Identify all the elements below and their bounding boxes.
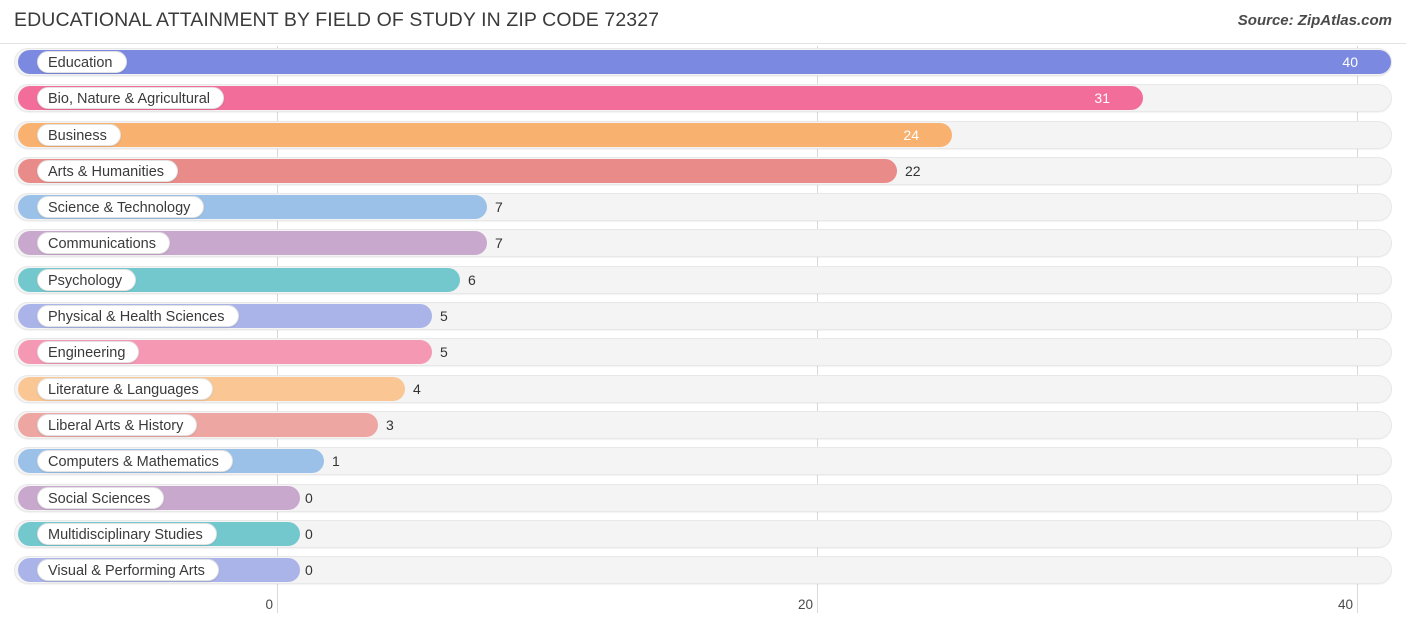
bar-row[interactable]: Arts & Humanities 22 [0,153,1406,189]
value-bar[interactable] [18,50,1391,74]
value-label: 0 [305,562,313,579]
category-label: Literature & Languages [37,377,213,400]
bar-row[interactable]: Bio, Nature & Agricultural 31 [0,80,1406,116]
axis-tick-mark [277,594,278,613]
x-axis: 0 20 40 [0,594,1406,631]
bar-row[interactable]: Multidisciplinary Studies 0 [0,516,1406,552]
category-label: Multidisciplinary Studies [37,522,217,545]
bar-row[interactable]: Business 24 [0,117,1406,153]
value-label: 1 [332,453,340,470]
bar-row[interactable]: Visual & Performing Arts 0 [0,552,1406,588]
value-label: 24 [903,126,919,143]
category-label: Bio, Nature & Agricultural [37,87,224,110]
bar-row[interactable]: Science & Technology 7 [0,189,1406,225]
axis-tick-label: 20 [797,597,813,612]
category-label: Arts & Humanities [37,159,179,182]
value-label: 40 [1342,54,1358,70]
value-label: 22 [905,162,921,179]
value-label: 0 [305,525,313,542]
bar-row[interactable]: Engineering 5 [0,334,1406,370]
category-label: Science & Technology [37,196,205,219]
source-attribution: Source: ZipAtlas.com [1237,12,1392,29]
category-label: Social Sciences [37,486,165,509]
bar-row[interactable]: Physical & Health Sciences 5 [0,298,1406,334]
category-label: Psychology [37,268,137,291]
category-label: Communications [37,232,170,255]
bar-row[interactable]: Computers & Mathematics 1 [0,443,1406,479]
bar-row[interactable]: Liberal Arts & History 3 [0,407,1406,443]
value-label: 5 [440,344,448,361]
category-label: Education [37,51,127,73]
bar-row[interactable]: Communications 7 [0,225,1406,261]
page-title: EDUCATIONAL ATTAINMENT BY FIELD OF STUDY… [14,9,660,31]
bar-chart-plot-area: Education 40 Bio, Nature & Agricultural 31 B… [0,44,1406,594]
category-label: Business [37,123,121,146]
value-label: 31 [1094,90,1110,107]
value-label: 0 [305,489,313,506]
category-label: Physical & Health Sciences [37,305,239,328]
value-bar[interactable] [18,122,952,147]
axis-tick-label: 0 [265,597,273,612]
bar-rows: Education 40 Bio, Nature & Agricultural 31 B… [0,44,1406,588]
value-label: 5 [440,308,448,325]
category-label: Computers & Mathematics [37,450,233,473]
category-label: Visual & Performing Arts [37,559,219,582]
bar-row[interactable]: Literature & Languages 4 [0,371,1406,407]
chart-header: EDUCATIONAL ATTAINMENT BY FIELD OF STUDY… [0,0,1406,44]
bar-row[interactable]: Psychology 6 [0,262,1406,298]
value-label: 6 [468,271,476,288]
value-label: 7 [495,199,503,216]
value-label: 3 [386,416,394,433]
value-label: 7 [495,235,503,252]
axis-tick-mark [1357,594,1358,613]
category-label: Engineering [37,341,140,364]
axis-tick-mark [817,594,818,613]
axis-tick-label: 40 [1337,597,1353,612]
value-label: 4 [413,380,421,397]
bar-row[interactable]: Social Sciences 0 [0,480,1406,516]
bar-row[interactable]: Education 40 [0,44,1406,80]
category-label: Liberal Arts & History [37,413,198,436]
